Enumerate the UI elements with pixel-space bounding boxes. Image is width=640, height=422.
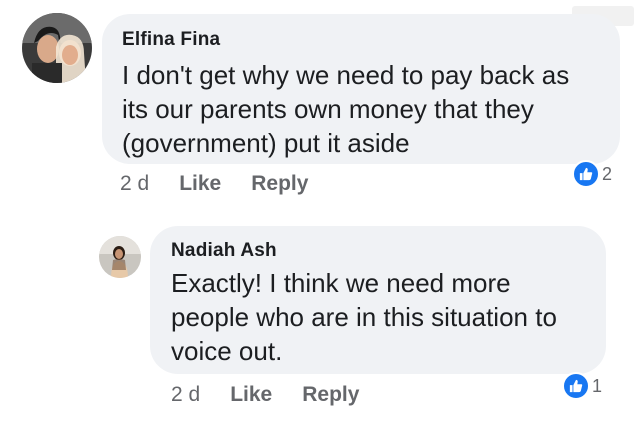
like-button[interactable]: Like [179, 172, 221, 196]
thumbs-up-icon [562, 372, 590, 400]
comment-text-line: Exactly! I think we need more [171, 268, 511, 298]
comment-bubble: Elfina Fina I don't get why we need to p… [102, 14, 620, 164]
comment-author[interactable]: Elfina Fina [122, 29, 220, 51]
avatar[interactable] [99, 236, 141, 278]
reaction-count: 2 [602, 163, 613, 184]
comment-text-line: its our parents own money that they [122, 94, 534, 124]
reaction-summary[interactable]: 2 [572, 160, 612, 188]
comment-text: I don't get why we need to pay back as i… [122, 58, 569, 160]
timestamp[interactable]: 2 d [171, 383, 200, 407]
profile-photo [22, 13, 92, 83]
like-button[interactable]: Like [230, 383, 272, 407]
reply-bubble: Nadiah Ash Exactly! I think we need more… [150, 226, 606, 374]
timestamp[interactable]: 2 d [120, 172, 149, 196]
avatar[interactable] [22, 13, 92, 83]
comment-actions: 2 d Like Reply [171, 383, 389, 407]
profile-photo [99, 236, 141, 278]
reply-button[interactable]: Reply [251, 172, 308, 196]
comment-author[interactable]: Nadiah Ash [171, 240, 277, 262]
comment-text-line: voice out. [171, 336, 283, 366]
thumbs-up-icon [572, 160, 600, 188]
reaction-summary[interactable]: 1 [562, 372, 602, 400]
comment-text-line: (government) put it aside [122, 128, 410, 158]
comment-text: Exactly! I think we need more people who… [171, 266, 557, 368]
reaction-count: 1 [592, 375, 603, 396]
comment-text-line: people who are in this situation to [171, 302, 557, 332]
comment-actions: 2 d Like Reply [120, 172, 338, 196]
reply-button[interactable]: Reply [302, 383, 359, 407]
comment-text-line: I don't get why we need to pay back as [122, 60, 570, 90]
comment-thread: Elfina Fina I don't get why we need to p… [0, 0, 640, 422]
